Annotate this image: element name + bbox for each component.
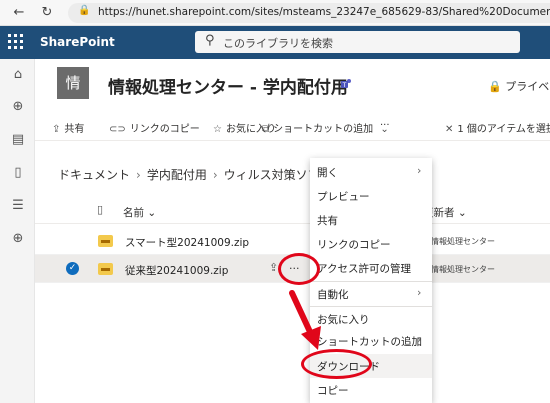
selection-label: 1 個のアイテムを選択済	[457, 124, 550, 135]
file-name[interactable]: 従来型20241009.zip	[125, 263, 228, 278]
menu-item-automate[interactable]: 自動化 ›	[310, 282, 432, 306]
globe-icon[interactable]: ⊕	[10, 99, 26, 115]
chevron-right-icon: ›	[417, 164, 422, 177]
chevron-right-icon: ›	[417, 286, 422, 299]
suite-bar: SharePoint ⚲ このライブラリを検索	[0, 26, 550, 59]
link-icon: ⊂⊃	[109, 124, 126, 135]
refresh-icon[interactable]: ↻	[38, 4, 56, 22]
chevron-down-icon: ⌄	[457, 207, 467, 219]
share-command[interactable]: ⇪ 共有	[52, 120, 84, 135]
address-bar[interactable]: 🔒 https://hunet.sharepoint.com/sites/mst…	[68, 3, 550, 23]
menu-item-share[interactable]: 共有	[310, 208, 432, 232]
page: ← ↻ 🔒 https://hunet.sharepoint.com/sites…	[0, 0, 550, 403]
share-label: 共有	[64, 124, 85, 135]
zip-file-icon	[98, 235, 113, 247]
search-placeholder: このライブラリを検索	[223, 37, 333, 50]
chevron-right-icon: ›	[136, 168, 141, 182]
app-launcher-icon[interactable]	[8, 34, 25, 51]
menu-item-label: ショートカットの追加	[317, 336, 422, 348]
lock-icon: 🔒	[78, 5, 91, 16]
menu-item-label: 共有	[317, 215, 338, 227]
menu-item-copy[interactable]: コピー	[310, 378, 432, 402]
privacy-label: 🔒 プライベー	[488, 78, 550, 94]
chevron-down-icon: ⌄	[147, 207, 157, 219]
menu-item-label: 開く	[317, 167, 338, 179]
file-name[interactable]: スマート型20241009.zip	[125, 235, 249, 250]
close-icon: ✕	[445, 124, 454, 135]
annotation-circle-more	[278, 253, 320, 285]
list-icon[interactable]: ☰	[10, 198, 26, 214]
file-icon[interactable]: ▯	[10, 165, 26, 181]
chevron-right-icon: ›	[212, 168, 218, 182]
column-name-label: 名前	[123, 207, 144, 219]
menu-item-label: コピー	[317, 385, 349, 397]
add-shortcut-command[interactable]: ⧉ ショートカットの追加 ⌄	[262, 120, 393, 135]
create-icon[interactable]: ⊕	[10, 231, 26, 247]
svg-text:T: T	[342, 82, 347, 89]
site-title[interactable]: 情報処理センター - 学内配付用	[108, 73, 348, 98]
app-name[interactable]: SharePoint	[40, 35, 115, 49]
annotation-arrow	[289, 290, 321, 350]
menu-item-preview[interactable]: プレビュー	[310, 184, 432, 208]
copy-link-label: リンクのコピー	[129, 124, 200, 135]
more-command[interactable]: ···	[380, 120, 390, 131]
search-box[interactable]: ⚲ このライブラリを検索	[195, 31, 520, 53]
privacy-text: プライベー	[505, 80, 550, 93]
list-header: ▯ 名前 ⌄ 更新者 ⌄	[35, 200, 550, 224]
breadcrumb-folder[interactable]: 学内配付用	[147, 168, 207, 182]
search-icon: ⚲	[205, 33, 215, 48]
check-icon[interactable]: ✓	[66, 262, 79, 275]
back-arrow-icon[interactable]: ←	[10, 4, 28, 22]
news-icon[interactable]: ▤	[10, 132, 26, 148]
left-rail: ⌂ ⊕ ▤ ▯ ☰ ⊕	[0, 59, 35, 403]
zip-file-icon	[98, 263, 113, 275]
menu-item-favorite[interactable]: お気に入り	[310, 307, 432, 331]
menu-item-label: プレビュー	[317, 191, 370, 203]
copy-link-command[interactable]: ⊂⊃ リンクのコピー	[109, 120, 200, 135]
star-icon: ☆	[213, 124, 222, 135]
table-row[interactable]: スマート型20241009.zip 情報処理センター	[35, 227, 550, 255]
url-text: https://hunet.sharepoint.com/sites/mstea…	[98, 6, 550, 18]
file-modified-by: 情報処理センター	[431, 265, 495, 274]
add-shortcut-label: ショートカットの追加	[273, 124, 374, 135]
lock-icon: 🔒	[488, 80, 502, 93]
share-icon[interactable]: ⇪	[269, 261, 278, 274]
menu-item-label: お気に入り	[317, 314, 370, 326]
column-name[interactable]: 名前 ⌄	[123, 205, 156, 220]
command-bar: ⇪ 共有 ⊂⊃ リンクのコピー ☆ お気に入り ⧉ ショートカットの追加 ⌄ ··· ✕…	[35, 113, 550, 141]
menu-item-copy-link[interactable]: リンクのコピー	[310, 232, 432, 256]
menu-item-open[interactable]: 開く ›	[310, 160, 432, 184]
selection-status[interactable]: ✕1 個のアイテムを選択済	[445, 120, 550, 135]
share-icon: ⇪	[52, 124, 61, 135]
chevron-right-icon: ›	[417, 333, 422, 346]
shortcut-icon: ⧉	[262, 124, 270, 135]
menu-item-label: アクセス許可の管理	[317, 263, 411, 275]
breadcrumb-documents[interactable]: ドキュメント	[58, 168, 130, 182]
file-type-icon: ▯	[97, 203, 104, 216]
teams-icon[interactable]: T	[340, 78, 352, 90]
site-logo: 情	[57, 67, 89, 99]
annotation-circle-download	[301, 349, 372, 379]
menu-item-label: リンクのコピー	[317, 239, 391, 251]
file-modified-by: 情報処理センター	[431, 237, 495, 246]
menu-item-manage-access[interactable]: アクセス許可の管理	[310, 256, 432, 280]
browser-toolbar: ← ↻ 🔒 https://hunet.sharepoint.com/sites…	[0, 0, 550, 26]
home-icon[interactable]: ⌂	[10, 67, 26, 83]
